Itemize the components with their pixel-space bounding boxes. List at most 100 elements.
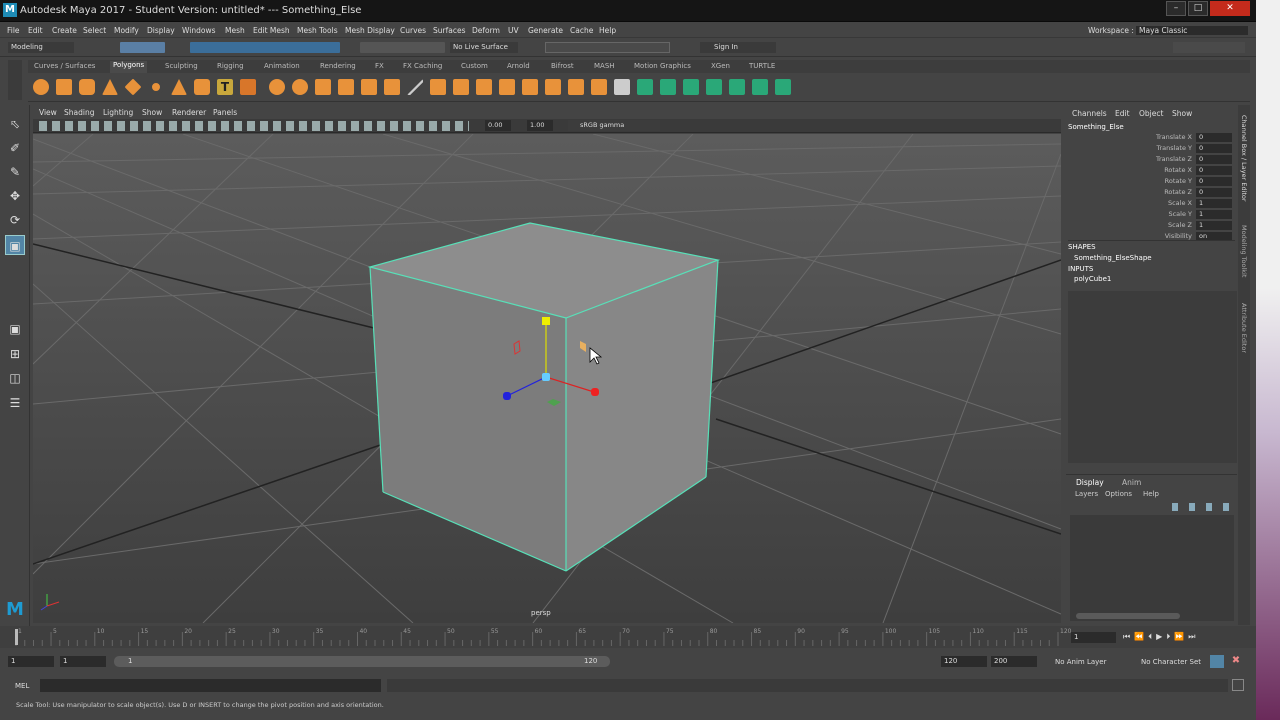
- layer-tab-display[interactable]: Display: [1076, 478, 1104, 487]
- attr-translate-y-label[interactable]: Translate Y: [1066, 144, 1192, 152]
- rotate-tool-icon[interactable]: ⟳: [5, 210, 25, 230]
- panel-menu-renderer[interactable]: Renderer: [172, 108, 206, 117]
- snap-icons[interactable]: [190, 42, 340, 53]
- attr-rotate-z-label[interactable]: Rotate Z: [1066, 188, 1192, 196]
- poly-prism-icon[interactable]: [171, 79, 187, 95]
- append-icon[interactable]: [453, 79, 469, 95]
- triangulate-icon[interactable]: [614, 79, 630, 95]
- attr-rotate-x-label[interactable]: Rotate X: [1066, 166, 1192, 174]
- attr-rotate-y-label[interactable]: Rotate Y: [1066, 177, 1192, 185]
- menu-deform[interactable]: Deform: [472, 26, 500, 35]
- shelf-tab-sculpting[interactable]: Sculpting: [165, 62, 198, 70]
- workspace-dropdown[interactable]: Maya Classic: [1136, 26, 1248, 35]
- target-weld-icon[interactable]: [522, 79, 538, 95]
- shelf-tab-xgen[interactable]: XGen: [711, 62, 730, 70]
- boolean-icon[interactable]: [338, 79, 354, 95]
- attr-scale-y-value[interactable]: 1: [1196, 210, 1232, 219]
- shelf-tab-custom[interactable]: Custom: [461, 62, 488, 70]
- cb-menu-show[interactable]: Show: [1172, 109, 1192, 118]
- uv-unfold-icon[interactable]: [729, 79, 745, 95]
- menu-generate[interactable]: Generate: [528, 26, 563, 35]
- attr-translate-y-value[interactable]: 0: [1196, 144, 1232, 153]
- panel-toolbar-icons[interactable]: [39, 121, 469, 131]
- scale-handle-x[interactable]: [591, 388, 599, 396]
- mode-dropdown[interactable]: Modeling: [8, 42, 74, 53]
- separate-icon[interactable]: [292, 79, 308, 95]
- scale-tool-icon[interactable]: ▣: [5, 235, 25, 255]
- exposure-field[interactable]: 0.00: [485, 120, 511, 131]
- shelf-tab-turtle[interactable]: TURTLE: [749, 62, 775, 70]
- single-view-icon[interactable]: ▣: [5, 319, 25, 339]
- layer-menu-help[interactable]: Help: [1143, 490, 1159, 498]
- outliner-persp-icon[interactable]: ◫: [5, 368, 25, 388]
- playback-start-field[interactable]: 1: [60, 656, 106, 667]
- menu-surfaces[interactable]: Surfaces: [433, 26, 465, 35]
- cb-object-name[interactable]: Something_Else: [1068, 123, 1124, 131]
- menu-curves[interactable]: Curves: [400, 26, 426, 35]
- shelf-tab-fx[interactable]: FX: [375, 62, 384, 70]
- maximize-button[interactable]: □: [1188, 1, 1208, 16]
- panel-menu-show[interactable]: Show: [142, 108, 162, 117]
- menu-modify[interactable]: Modify: [114, 26, 139, 35]
- live-surface-field[interactable]: No Live Surface: [450, 42, 518, 53]
- menu-mesh[interactable]: Mesh: [225, 26, 245, 35]
- shelf-tab-rigging[interactable]: Rigging: [217, 62, 244, 70]
- side-tab-channel-box[interactable]: Channel Box / Layer Editor: [1240, 115, 1248, 202]
- playback-controls[interactable]: ⏮⏪⏴▶⏵⏩⏭: [1123, 632, 1243, 643]
- command-input[interactable]: [40, 679, 381, 692]
- poly-cylinder-icon[interactable]: [79, 79, 95, 95]
- side-tab-attribute-editor[interactable]: Attribute Editor: [1240, 303, 1248, 353]
- poly-torus-icon[interactable]: [148, 79, 164, 95]
- poly-pipe-icon[interactable]: [194, 79, 210, 95]
- gamma-field[interactable]: 1.00: [527, 120, 553, 131]
- uv-editor-icon[interactable]: [775, 79, 791, 95]
- shelf-tab-animation[interactable]: Animation: [264, 62, 300, 70]
- time-slider[interactable]: 1 5 10 15 20 25 30 35 40 45 50 55 60 65 70 75 80 85 90 95 10…: [0, 626, 1256, 648]
- layer-buttons[interactable]: [1172, 503, 1232, 511]
- render-icons[interactable]: [545, 42, 670, 53]
- scale-handle-z[interactable]: [503, 392, 511, 400]
- uv-cylindrical-icon[interactable]: [683, 79, 699, 95]
- outliner-icon[interactable]: ☰: [5, 393, 25, 413]
- shelf-tab-motion-graphics[interactable]: Motion Graphics: [634, 62, 691, 70]
- close-button[interactable]: ✕: [1210, 1, 1250, 16]
- attr-scale-y-label[interactable]: Scale Y: [1066, 210, 1192, 218]
- smooth-icon[interactable]: [315, 79, 331, 95]
- poly-plane-icon[interactable]: [124, 78, 142, 96]
- poly-sphere-icon[interactable]: [33, 79, 49, 95]
- attr-scale-z-value[interactable]: 1: [1196, 221, 1232, 230]
- scale-handle-y[interactable]: [542, 317, 550, 325]
- attr-translate-x-label[interactable]: Translate X: [1066, 133, 1192, 141]
- cb-shape-name[interactable]: Something_ElseShape: [1074, 254, 1152, 262]
- layer-tab-anim[interactable]: Anim: [1122, 478, 1141, 487]
- history-icons[interactable]: [360, 42, 445, 53]
- sign-in-button[interactable]: Sign In: [700, 42, 776, 53]
- attr-scale-x-label[interactable]: Scale X: [1066, 199, 1192, 207]
- panel-menu-view[interactable]: View: [39, 108, 57, 117]
- minimize-button[interactable]: –: [1166, 1, 1186, 16]
- layer-menu-layers[interactable]: Layers: [1075, 490, 1098, 498]
- menu-file[interactable]: File: [7, 26, 20, 35]
- cb-menu-channels[interactable]: Channels: [1072, 109, 1107, 118]
- uv-planar-icon[interactable]: [637, 79, 653, 95]
- cb-menu-object[interactable]: Object: [1139, 109, 1163, 118]
- mel-label[interactable]: MEL: [15, 682, 29, 690]
- script-editor-icon[interactable]: [1232, 679, 1244, 691]
- poly-cone-icon[interactable]: [102, 79, 118, 95]
- menu-mesh-display[interactable]: Mesh Display: [345, 26, 395, 35]
- scale-handle-center[interactable]: [542, 373, 550, 381]
- scene-svg[interactable]: [33, 134, 1061, 623]
- uv-spherical-icon[interactable]: [706, 79, 722, 95]
- range-slider[interactable]: 1 120: [114, 656, 610, 667]
- menu-uv[interactable]: UV: [508, 26, 519, 35]
- anim-prefs-icon[interactable]: ✖: [1229, 655, 1243, 668]
- panel-menu-shading[interactable]: Shading: [64, 108, 94, 117]
- attr-translate-z-label[interactable]: Translate Z: [1066, 155, 1192, 163]
- paint-select-icon[interactable]: ✎: [5, 162, 25, 182]
- shelf-tab-mash[interactable]: MASH: [594, 62, 615, 70]
- menu-select[interactable]: Select: [83, 26, 106, 35]
- shelf-tab-curves[interactable]: Curves / Surfaces: [34, 62, 95, 70]
- scene-start-field[interactable]: 1: [8, 656, 54, 667]
- panel-menu-lighting[interactable]: Lighting: [103, 108, 133, 117]
- mirror-icon[interactable]: [361, 79, 377, 95]
